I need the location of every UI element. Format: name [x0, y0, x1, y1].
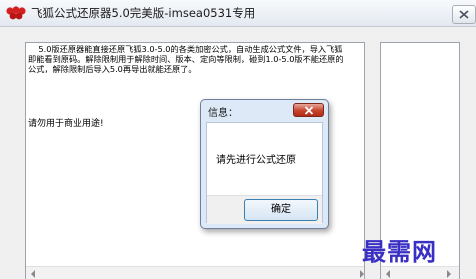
scroll-left-arrow-icon[interactable]: [31, 270, 35, 278]
ok-button[interactable]: 确定: [244, 199, 318, 221]
title-bar[interactable]: 飞狐公式还原器5.0完美版-imsea0531专用: [0, 0, 476, 27]
watermark-logo: 最需网: [362, 237, 437, 266]
dialog-body: 请先进行公式还原 确定: [206, 122, 323, 224]
close-icon: [459, 10, 469, 19]
dialog-button-bar: 确定: [207, 195, 322, 224]
scroll-right-arrow-icon[interactable]: [360, 270, 364, 278]
close-icon: [304, 106, 314, 115]
side-scroll-right-arrow-icon[interactable]: [447, 270, 451, 278]
side-horizontal-scrollbar[interactable]: [381, 266, 459, 279]
info-dialog[interactable]: 信息： 请先进行公式还原 确定: [200, 99, 329, 229]
dialog-title: 信息：: [208, 108, 238, 119]
app-logo-icon: [5, 6, 27, 20]
warning-text: 请勿用于商业用途!: [28, 119, 104, 129]
dialog-message: 请先进行公式还原: [216, 155, 296, 166]
window-close-button[interactable]: [452, 5, 476, 24]
dialog-close-button[interactable]: [293, 103, 324, 117]
horizontal-scrollbar[interactable]: [26, 266, 364, 279]
window-title: 飞狐公式还原器5.0完美版-imsea0531专用: [31, 6, 256, 20]
side-scroll-left-arrow-icon[interactable]: [386, 270, 390, 278]
description-text: 5.0版还原器能直接还原飞狐3.0-5.0的各类加密公式，自动生成公式文件，导入…: [28, 44, 344, 74]
